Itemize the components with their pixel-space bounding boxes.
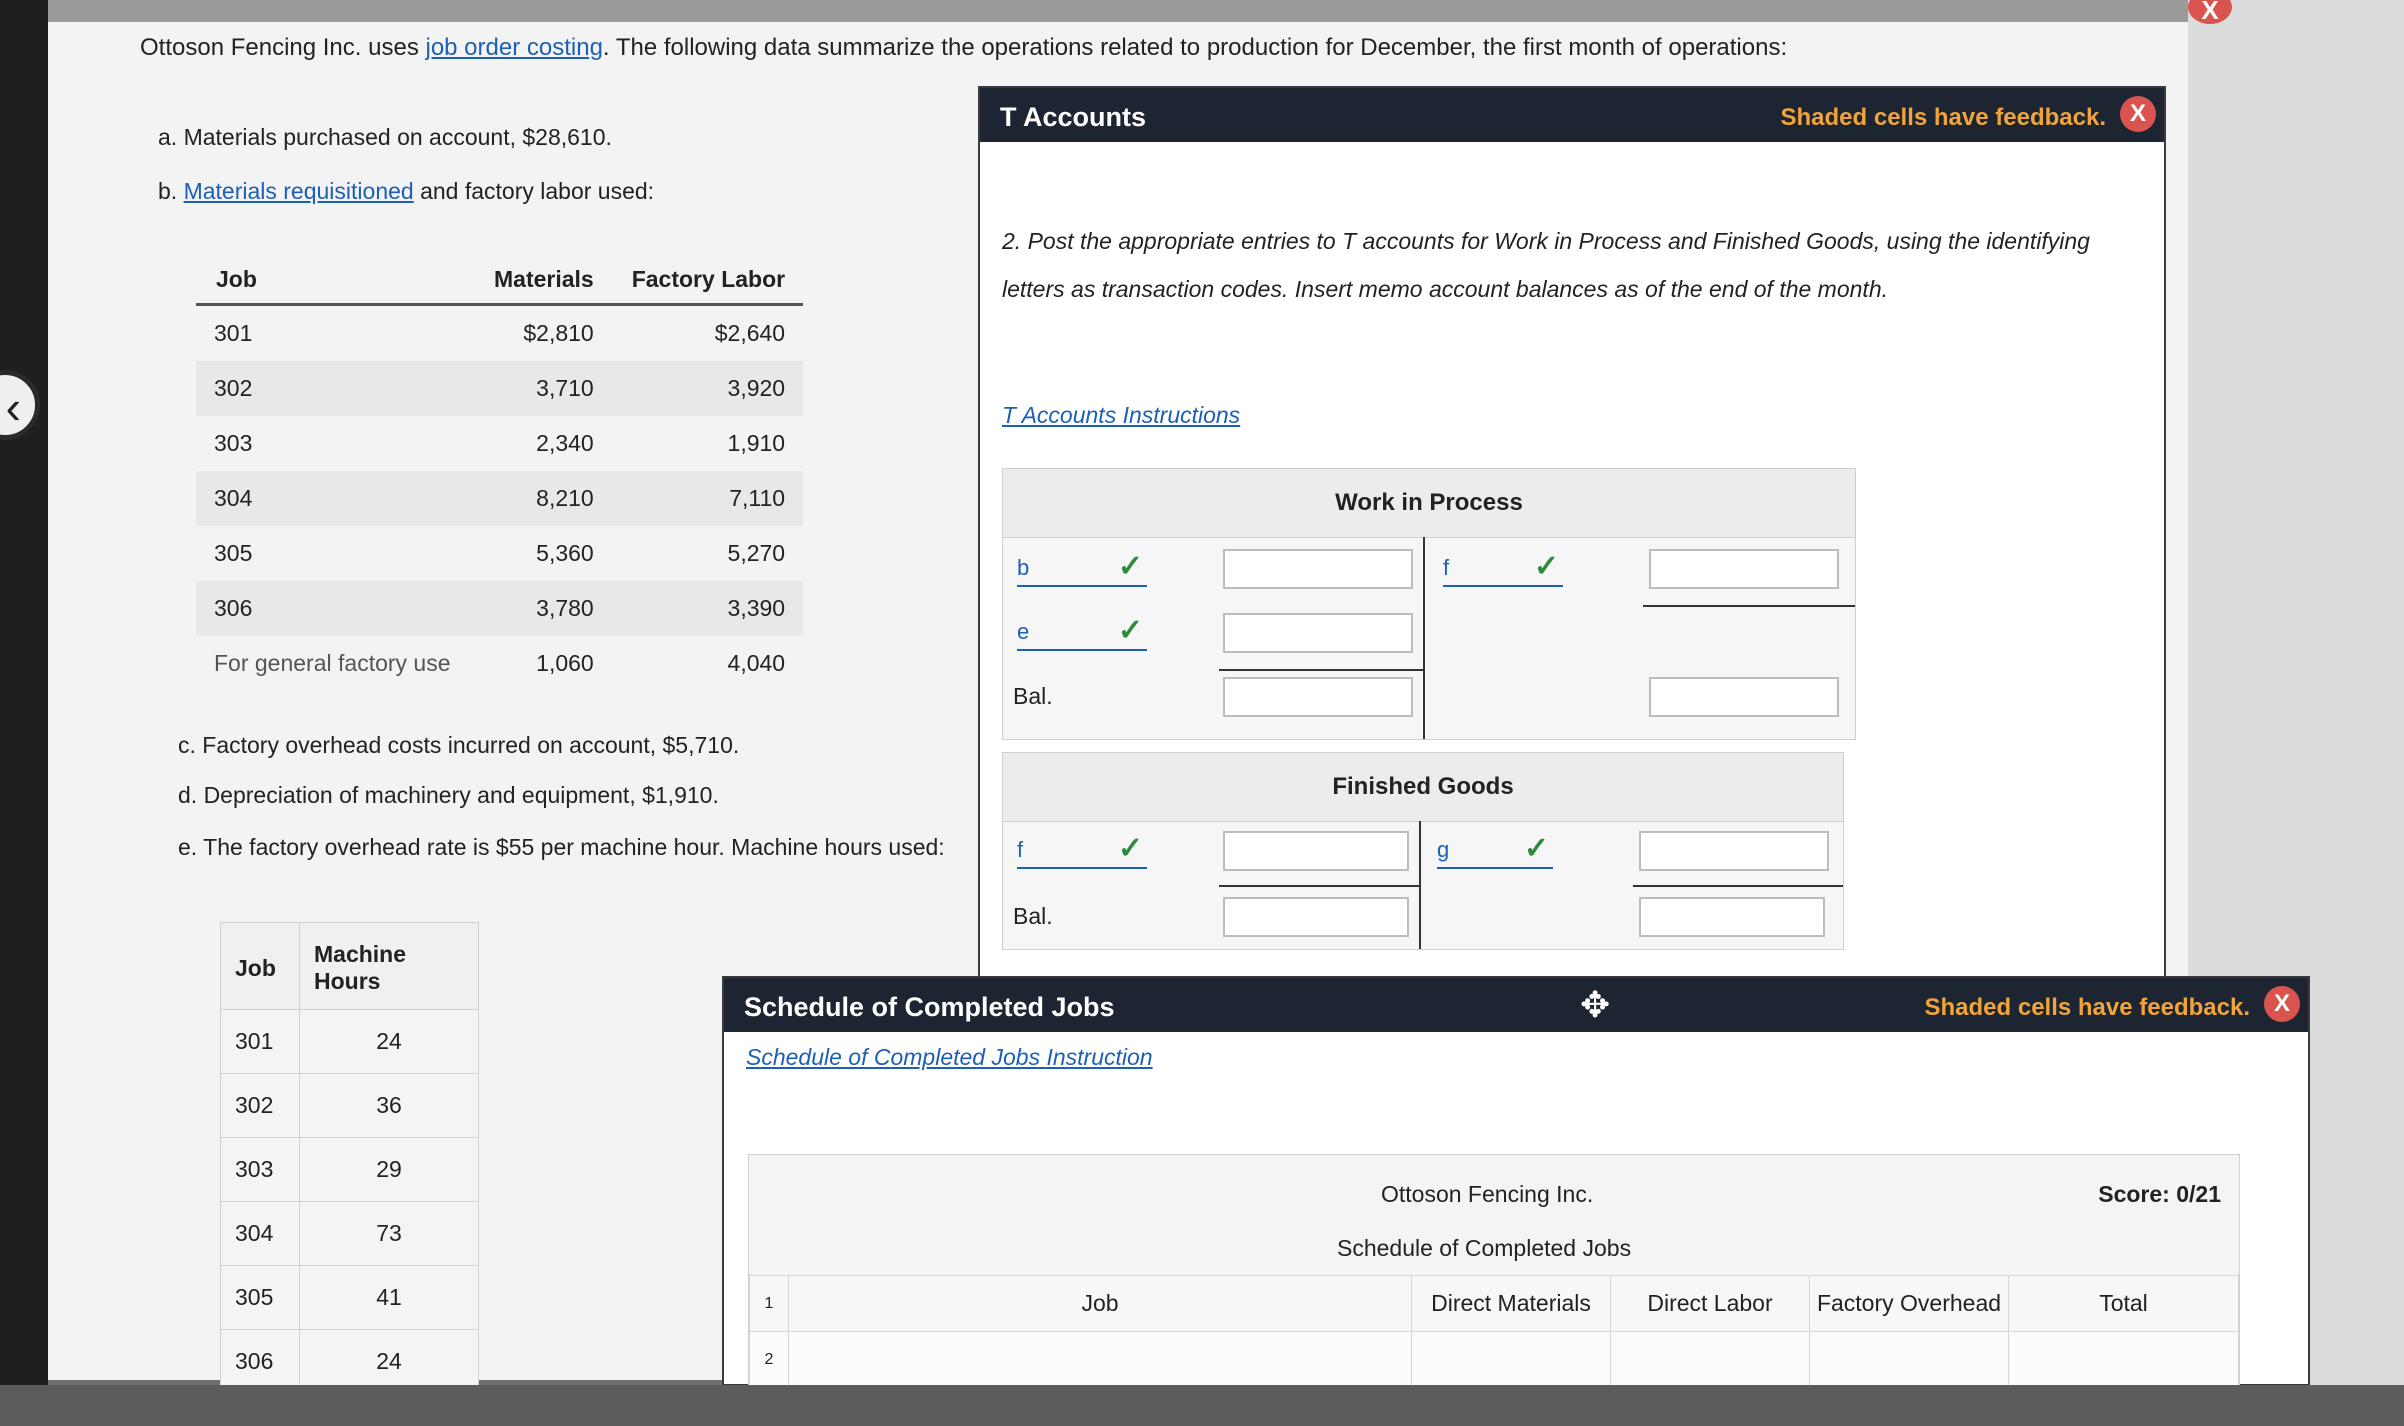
t-divider [1423,537,1425,739]
table-row: 306 24 [220,1329,479,1394]
wip-credit-amount-f[interactable] [1649,549,1839,589]
checkmark-icon: ✓ [1533,550,1559,583]
checkmark-icon: ✓ [1117,550,1143,583]
table-row: 303 29 [220,1137,479,1202]
panel-title: Schedule of Completed Jobs [744,992,1115,1022]
col-job: Job [788,1275,1412,1332]
sum-line [1633,885,1843,887]
item-e: e. The factory overhead rate is $55 per … [178,834,945,860]
table-row: 1 Job Direct Materials Direct Labor Fact… [749,1275,2239,1332]
schedule-grid: 1 Job Direct Materials Direct Labor Fact… [749,1275,2239,1388]
close-icon[interactable]: X [2120,96,2156,132]
table-row: 302 36 [220,1073,479,1138]
col-factory-overhead: Factory Overhead [1809,1275,2009,1332]
company-name: Ottoson Fencing Inc. [1381,1181,1594,1207]
row-number: 1 [749,1275,789,1332]
table-row: 305 41 [220,1265,479,1330]
col-total: Total [2008,1275,2239,1332]
table-row: For general factory use 1,060 4,040 [214,650,786,676]
wip-bal-debit[interactable] [1223,677,1413,717]
sum-line [1219,669,1423,671]
fg-bal-label: Bal. [1013,903,1053,929]
col-direct-labor: Direct Labor [1610,1275,1810,1332]
t-accounts-instructions-link[interactable]: T Accounts Instructions [1002,402,1240,429]
wip-bal-label: Bal. [1013,683,1053,709]
sum-line [1643,605,1855,607]
feedback-note: Shaded cells have feedback. [1924,994,2251,1021]
row-number: 2 [749,1331,789,1388]
schedule-cell-total[interactable] [2008,1331,2239,1388]
table-row: 2 [749,1331,2239,1388]
table-row: 303 2,340 1,910 [214,430,786,456]
move-icon[interactable]: ✥ [1580,984,1610,1026]
top-bar [48,0,2188,22]
t-accounts-panel: T Accounts Shaded cells have feedback. X… [978,86,2166,986]
item-b: b. Materials requisitioned and factory l… [158,178,655,204]
schedule-panel: Schedule of Completed Jobs ✥ Shaded cell… [722,976,2310,1388]
score: Score: 0/21 [2098,1181,2221,1207]
item-c: c. Factory overhead costs incurred on ac… [178,732,740,758]
schedule-title: Schedule of Completed Jobs [1337,1235,1632,1261]
wip-debit-code-e[interactable]: e ✓ [1017,614,1147,651]
schedule-cell-direct-labor[interactable] [1610,1331,1810,1388]
machine-hours-table: Job Machine Hours 301 24 302 36 303 29 304 7… [220,922,479,1394]
fg-credit-amount-g[interactable] [1639,831,1829,871]
table-row: 306 3,780 3,390 [196,581,804,636]
panel-title: T Accounts [1000,102,1147,132]
bottom-edge [0,1385,2404,1426]
panel-header: T Accounts Shaded cells have feedback. X [980,88,2164,142]
col-job: Job [220,922,300,1010]
wip-title: Work in Process [1003,469,1855,538]
schedule-cell-factory-overhead[interactable] [1809,1331,2009,1388]
wip-bal-credit[interactable] [1649,677,1839,717]
col-machine-hours: Machine Hours [299,922,479,1010]
close-icon[interactable]: X [2264,986,2300,1022]
item-a: a. Materials purchased on account, $28,6… [158,124,612,150]
schedule-instructions-link[interactable]: Schedule of Completed Jobs Instruction [746,1044,1153,1071]
schedule-cell-direct-materials[interactable] [1411,1331,1611,1388]
wip-credit-code-f[interactable]: f ✓ [1443,550,1563,587]
panel-header: Schedule of Completed Jobs ✥ Shaded cell… [724,978,2308,1032]
col-factory-labor: Factory Labor [611,258,804,306]
table-row: 305 5,360 5,270 [214,540,786,566]
col-job: Job [196,258,474,306]
col-materials: Materials [474,258,612,306]
left-edge [0,0,48,1426]
checkmark-icon: ✓ [1523,832,1549,865]
instruction-line-2: letters as transaction codes. Insert mem… [1002,276,1888,302]
table-row: 301 $2,810 $2,640 [214,320,786,346]
sum-line [1219,885,1419,887]
wip-debit-code-b[interactable]: b ✓ [1017,550,1147,587]
wip-debit-amount-b[interactable] [1223,549,1413,589]
fg-debit-code-f[interactable]: f ✓ [1017,832,1147,869]
fg-credit-code-g[interactable]: g ✓ [1437,832,1553,869]
fg-debit-amount-f[interactable] [1223,831,1409,871]
table-row: 301 24 [220,1009,479,1074]
wip-debit-amount-e[interactable] [1223,613,1413,653]
item-d: d. Depreciation of machinery and equipme… [178,782,719,808]
fg-title: Finished Goods [1003,753,1843,822]
schedule-worksheet: Ottoson Fencing Inc. Schedule of Complet… [748,1154,2240,1388]
materials-labor-table: Job Materials Factory Labor 301 $2,810 $2,… [196,258,804,691]
wip-t-account: Work in Process b ✓ e ✓ Bal. f ✓ [1002,468,1856,740]
table-row: 304 73 [220,1201,479,1266]
materials-requisitioned-link[interactable]: Materials requisitioned [184,178,414,204]
schedule-cell-job[interactable] [788,1331,1412,1388]
table-row: 304 8,210 7,110 [196,471,804,526]
checkmark-icon: ✓ [1117,832,1143,865]
job-order-costing-link[interactable]: job order costing [425,34,602,61]
intro-text: Ottoson Fencing Inc. uses job order cost… [140,34,1788,61]
table-row: 302 3,710 3,920 [196,361,804,416]
fg-t-account: Finished Goods f ✓ Bal. g ✓ [1002,752,1844,950]
instruction-line-1: 2. Post the appropriate entries to T acc… [1002,228,2090,254]
t-divider [1419,821,1421,949]
checkmark-icon: ✓ [1117,614,1143,647]
col-direct-materials: Direct Materials [1411,1275,1611,1332]
fg-bal-credit[interactable] [1639,897,1825,937]
fg-bal-debit[interactable] [1223,897,1409,937]
feedback-note: Shaded cells have feedback. [1780,104,2107,131]
